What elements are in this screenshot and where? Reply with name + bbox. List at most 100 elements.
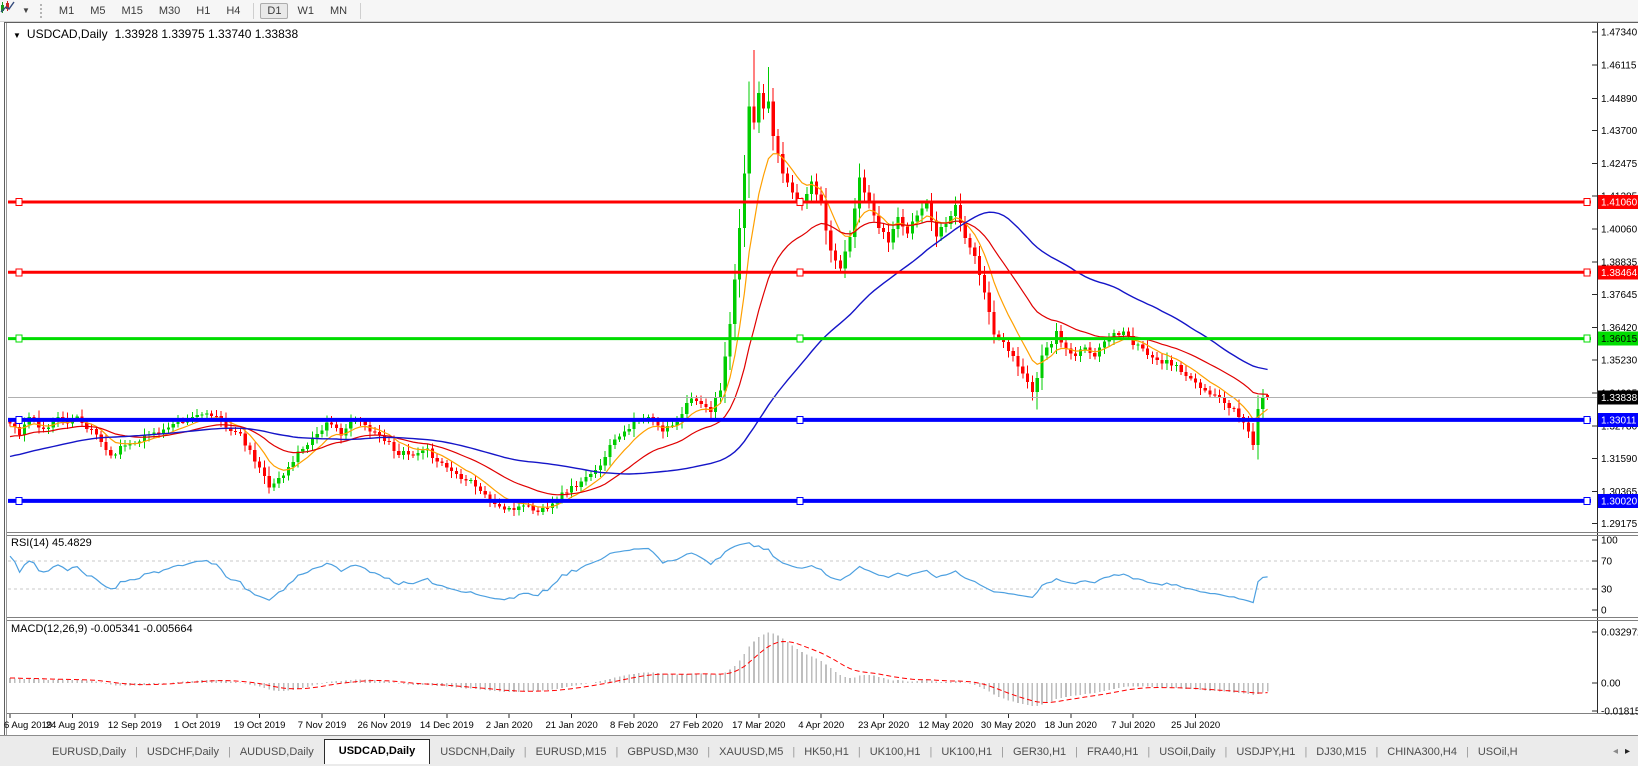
hline-handle[interactable] (797, 416, 803, 423)
tab-separator: | (616, 746, 619, 758)
price-tick-1.37645: 1.37645 (1601, 290, 1638, 301)
hline-handle[interactable] (1584, 416, 1590, 423)
chart-title: ▼USDCAD,Daily1.33928 1.33975 1.33740 1.3… (13, 27, 298, 41)
hline-handle[interactable] (1584, 269, 1590, 276)
hline-handle[interactable] (1584, 497, 1590, 504)
tab-separator: | (135, 746, 138, 758)
hline-handle[interactable] (16, 335, 22, 342)
tab-scroll-left-icon[interactable]: ◂ (1613, 746, 1618, 757)
chart-tab-UK100-H1[interactable]: UK100,H1 (862, 742, 929, 762)
tab-separator: | (1147, 746, 1150, 758)
rsi-line (10, 543, 1268, 603)
hline-handle[interactable] (16, 198, 22, 205)
hline-handle[interactable] (797, 269, 803, 276)
price-tag-1.30020: 1.30020 (1598, 494, 1638, 508)
date-tick: 12 May 2020 (919, 720, 974, 731)
tab-separator: | (228, 746, 231, 758)
title-caret-icon[interactable]: ▼ (13, 31, 21, 40)
date-tick: 7 Nov 2019 (298, 720, 347, 731)
tab-separator: | (1375, 746, 1378, 758)
chart-tab-USDCNH-Daily[interactable]: USDCNH,Daily (432, 742, 523, 762)
hline-handle[interactable] (16, 416, 22, 423)
candles-layer (8, 50, 1269, 516)
tab-separator: | (1224, 746, 1227, 758)
chart-tab-XAUUSD-M5[interactable]: XAUUSD,M5 (711, 742, 791, 762)
hline-handle[interactable] (797, 335, 803, 342)
chart-tab-DJ30-M15[interactable]: DJ30,M15 (1308, 742, 1374, 762)
svg-text:1.33011: 1.33011 (1601, 415, 1637, 426)
date-tick: 27 Feb 2020 (670, 720, 723, 731)
hline-handle[interactable] (1584, 198, 1590, 205)
tab-separator: | (1466, 746, 1469, 758)
chart-tab-FRA40-H1[interactable]: FRA40,H1 (1079, 742, 1146, 762)
tab-separator: | (1001, 746, 1004, 758)
date-tick: 8 Feb 2020 (610, 720, 658, 731)
rsi-tick-0: 0 (1601, 606, 1607, 617)
date-tick: 30 May 2020 (981, 720, 1036, 731)
chart-tab-EURUSD-M15[interactable]: EURUSD,M15 (528, 742, 615, 762)
chart-tab-GER30-H1[interactable]: GER30,H1 (1005, 742, 1074, 762)
chart-tab-UK100-H1[interactable]: UK100,H1 (933, 742, 1000, 762)
macd-tick--0.01815: -0.01815 (1601, 707, 1638, 718)
price-tag-1.33011: 1.33011 (1598, 413, 1638, 427)
date-tick: 2 Jan 2020 (486, 720, 533, 731)
macd-signal-line (10, 642, 1268, 703)
rsi-tick-70: 70 (1601, 557, 1613, 568)
price-tag-1.33838: 1.33838 (1598, 390, 1638, 404)
macd-label: MACD(12,26,9) -0.005341 -0.005664 (11, 623, 193, 635)
svg-text:1.41060: 1.41060 (1601, 197, 1638, 208)
date-tick: 18 Jun 2020 (1045, 720, 1097, 731)
tab-scroll-arrows: ◂ ▸ (1603, 736, 1638, 766)
date-tick: 24 Aug 2019 (46, 720, 99, 731)
svg-text:1.33838: 1.33838 (1601, 393, 1638, 404)
price-tick-1.44890: 1.44890 (1601, 94, 1638, 105)
date-tick: 21 Jan 2020 (545, 720, 597, 731)
rsi-label: RSI(14) 45.4829 (11, 537, 92, 549)
price-tick-1.35230: 1.35230 (1601, 355, 1638, 366)
price-tick-1.40060: 1.40060 (1601, 225, 1638, 236)
chart-tab-USDCAD-Daily[interactable]: USDCAD,Daily (324, 739, 430, 764)
svg-text:1.38464: 1.38464 (1601, 268, 1638, 279)
price-tag-1.41060: 1.41060 (1598, 195, 1638, 209)
rsi-tick-30: 30 (1601, 585, 1613, 596)
hline-handle[interactable] (16, 497, 22, 504)
price-tick-1.42475: 1.42475 (1601, 159, 1638, 170)
price-tag-1.36015: 1.36015 (1598, 332, 1638, 346)
price-tick-1.29175: 1.29175 (1601, 519, 1638, 530)
mt4-window: ▼ M1M5M15M30H1H4D1W1MN 1.473401.461151.4… (0, 0, 1638, 766)
date-tick: 25 Jul 2020 (1171, 720, 1220, 731)
hline-handle[interactable] (1584, 335, 1590, 342)
tab-separator: | (524, 746, 527, 758)
date-tick: 23 Apr 2020 (858, 720, 909, 731)
svg-text:1.36015: 1.36015 (1601, 334, 1638, 345)
tab-separator: | (1304, 746, 1307, 758)
date-tick: 1 Oct 2019 (174, 720, 220, 731)
date-tick: 17 Mar 2020 (732, 720, 785, 731)
chart-tab-USOil-Daily[interactable]: USOil,Daily (1151, 742, 1223, 762)
hline-handle[interactable] (797, 497, 803, 504)
chart-ohlc: 1.33928 1.33975 1.33740 1.33838 (115, 27, 299, 41)
hline-handle[interactable] (797, 198, 803, 205)
svg-text:1.30020: 1.30020 (1601, 496, 1638, 507)
rsi-tick-100: 100 (1601, 536, 1618, 547)
tab-separator: | (792, 746, 795, 758)
price-tick-1.47340: 1.47340 (1601, 28, 1638, 39)
chart-tab-USDJPY-H1[interactable]: USDJPY,H1 (1228, 742, 1303, 762)
chart-tab-HK50-H1[interactable]: HK50,H1 (796, 742, 857, 762)
chart-tab-CHINA300-H4[interactable]: CHINA300,H4 (1379, 742, 1465, 762)
price-tag-1.38464: 1.38464 (1598, 265, 1638, 279)
hline-handle[interactable] (16, 269, 22, 276)
chart-tab-EURUSD-Daily[interactable]: EURUSD,Daily (44, 742, 134, 762)
macd-histogram (10, 633, 1268, 706)
chart-tab-AUDUSD-Daily[interactable]: AUDUSD,Daily (232, 742, 322, 762)
chart-tab-GBPUSD-M30[interactable]: GBPUSD,M30 (619, 742, 706, 762)
tab-separator: | (858, 746, 861, 758)
date-tick: 12 Sep 2019 (108, 720, 162, 731)
chart-tab-USOil-H[interactable]: USOil,H (1470, 742, 1526, 762)
chart-tab-USDCHF-Daily[interactable]: USDCHF,Daily (139, 742, 227, 762)
macd-tick-0.00: 0.00 (1601, 679, 1621, 690)
price-tick-1.46115: 1.46115 (1601, 61, 1637, 72)
date-tick: 26 Nov 2019 (357, 720, 411, 731)
price-tick-1.31590: 1.31590 (1601, 454, 1638, 465)
tab-scroll-right-icon[interactable]: ▸ (1625, 746, 1630, 757)
